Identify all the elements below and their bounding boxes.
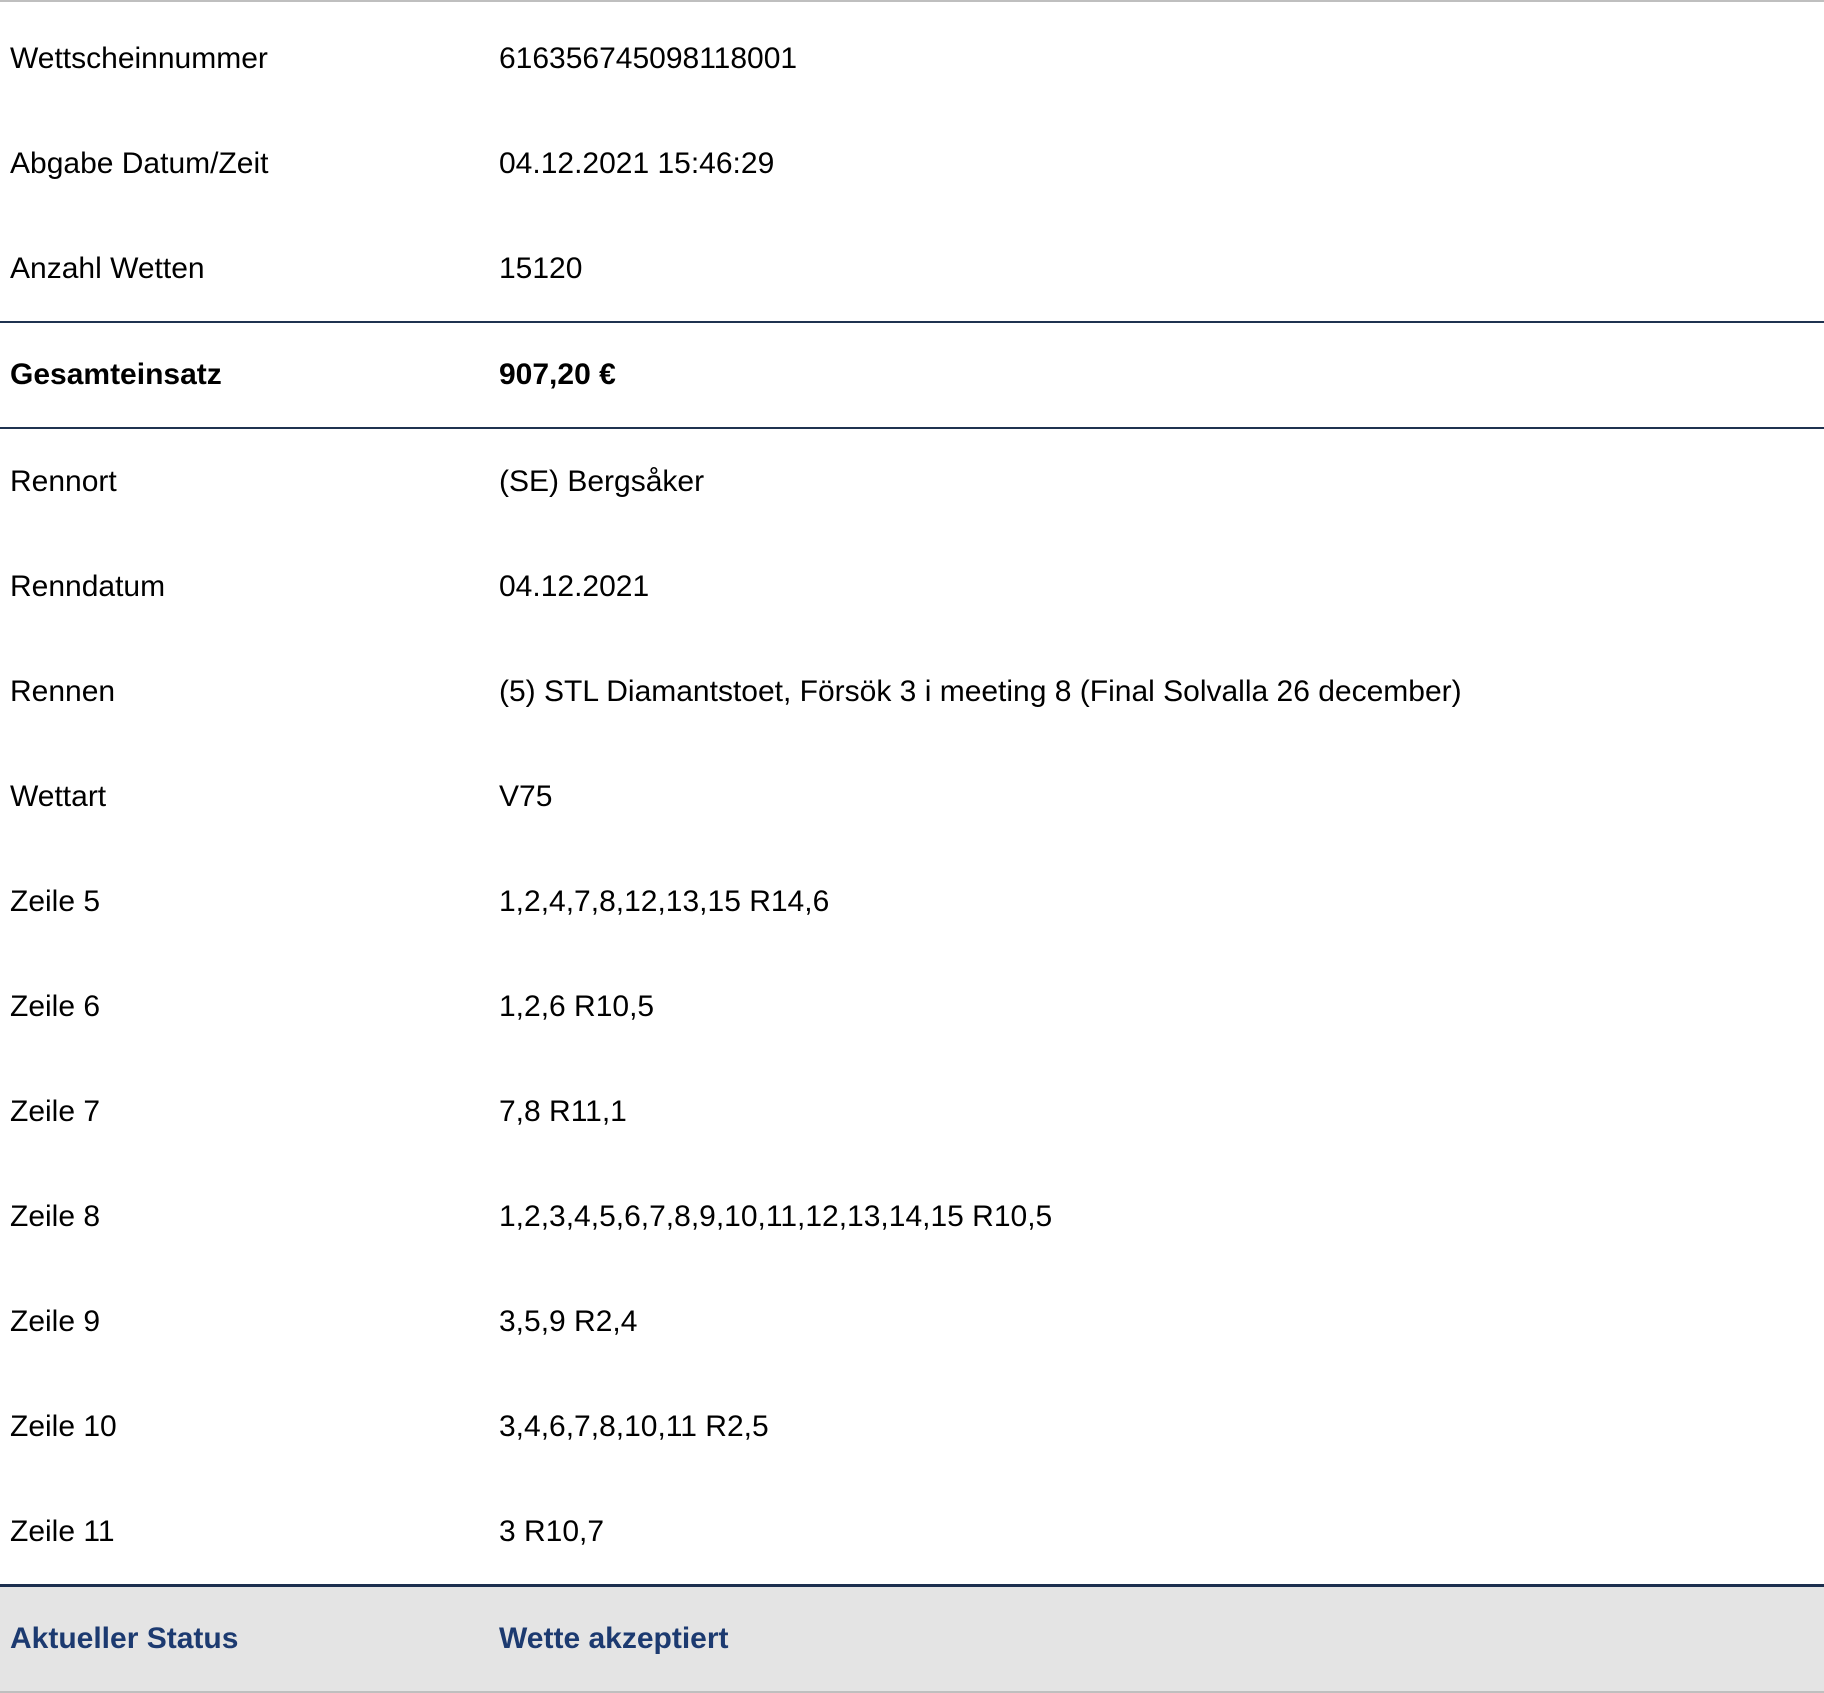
row-ticket-number: Wettscheinnummer 616356745098118001 (0, 6, 1824, 111)
row-race-venue: Rennort (SE) Bergsåker (0, 429, 1824, 534)
race-date-label: Renndatum (10, 569, 166, 603)
line-10-value: 3,4,6,7,8,10,11 R2,5 (499, 1409, 769, 1443)
line-11-label: Zeile 11 (10, 1514, 115, 1548)
line-6-value: 1,2,6 R10,5 (499, 989, 655, 1023)
submission-datetime-label: Abgabe Datum/Zeit (10, 146, 269, 180)
row-line-8: Zeile 8 1,2,3,4,5,6,7,8,9,10,11,12,13,14… (0, 1164, 1824, 1269)
row-line-9: Zeile 9 3,5,9 R2,4 (0, 1269, 1824, 1374)
line-8-value: 1,2,3,4,5,6,7,8,9,10,11,12,13,14,15 R10,… (499, 1199, 1053, 1233)
line-9-label: Zeile 9 (10, 1304, 101, 1338)
submission-datetime-value: 04.12.2021 15:46:29 (499, 146, 775, 180)
row-submission-datetime: Abgabe Datum/Zeit 04.12.2021 15:46:29 (0, 111, 1824, 216)
line-9-value: 3,5,9 R2,4 (499, 1304, 638, 1338)
row-line-7: Zeile 7 7,8 R11,1 (0, 1059, 1824, 1164)
row-bet-count: Anzahl Wetten 15120 (0, 216, 1824, 321)
row-line-10: Zeile 10 3,4,6,7,8,10,11 R2,5 (0, 1374, 1824, 1479)
line-11-value: 3 R10,7 (499, 1514, 605, 1548)
line-5-label: Zeile 5 (10, 884, 101, 918)
ticket-number-label: Wettscheinnummer (10, 41, 268, 75)
row-total-stake: Gesamteinsatz 907,20 € (0, 321, 1824, 429)
race-value: (5) STL Diamantstoet, Försök 3 i meeting… (499, 674, 1462, 708)
bet-count-value: 15120 (499, 251, 583, 285)
row-race: Rennen (5) STL Diamantstoet, Försök 3 i … (0, 639, 1824, 744)
bet-slip-details: Wettscheinnummer 616356745098118001 Abga… (0, 0, 1824, 1693)
bet-type-label: Wettart (10, 779, 107, 813)
line-5-value: 1,2,4,7,8,12,13,15 R14,6 (499, 884, 830, 918)
race-date-value: 04.12.2021 (499, 569, 650, 603)
current-status-value: Wette akzeptiert (499, 1622, 729, 1655)
row-current-status: Aktueller Status Wette akzeptiert (0, 1584, 1824, 1693)
race-venue-label: Rennort (10, 464, 117, 498)
current-status-label: Aktueller Status (10, 1622, 239, 1655)
bet-count-label: Anzahl Wetten (10, 251, 205, 285)
race-label: Rennen (10, 674, 116, 708)
line-7-value: 7,8 R11,1 (499, 1094, 627, 1128)
row-line-11: Zeile 11 3 R10,7 (0, 1479, 1824, 1584)
row-line-6: Zeile 6 1,2,6 R10,5 (0, 954, 1824, 1059)
row-bet-type: Wettart V75 (0, 744, 1824, 849)
line-7-label: Zeile 7 (10, 1094, 101, 1128)
total-stake-label: Gesamteinsatz (10, 358, 222, 391)
row-line-5: Zeile 5 1,2,4,7,8,12,13,15 R14,6 (0, 849, 1824, 954)
row-race-date: Renndatum 04.12.2021 (0, 534, 1824, 639)
line-8-label: Zeile 8 (10, 1199, 101, 1233)
race-venue-value: (SE) Bergsåker (499, 464, 705, 498)
line-6-label: Zeile 6 (10, 989, 101, 1023)
ticket-number-value: 616356745098118001 (499, 41, 798, 75)
line-10-label: Zeile 10 (10, 1409, 117, 1443)
total-stake-value: 907,20 € (499, 358, 616, 391)
bet-type-value: V75 (499, 779, 553, 813)
